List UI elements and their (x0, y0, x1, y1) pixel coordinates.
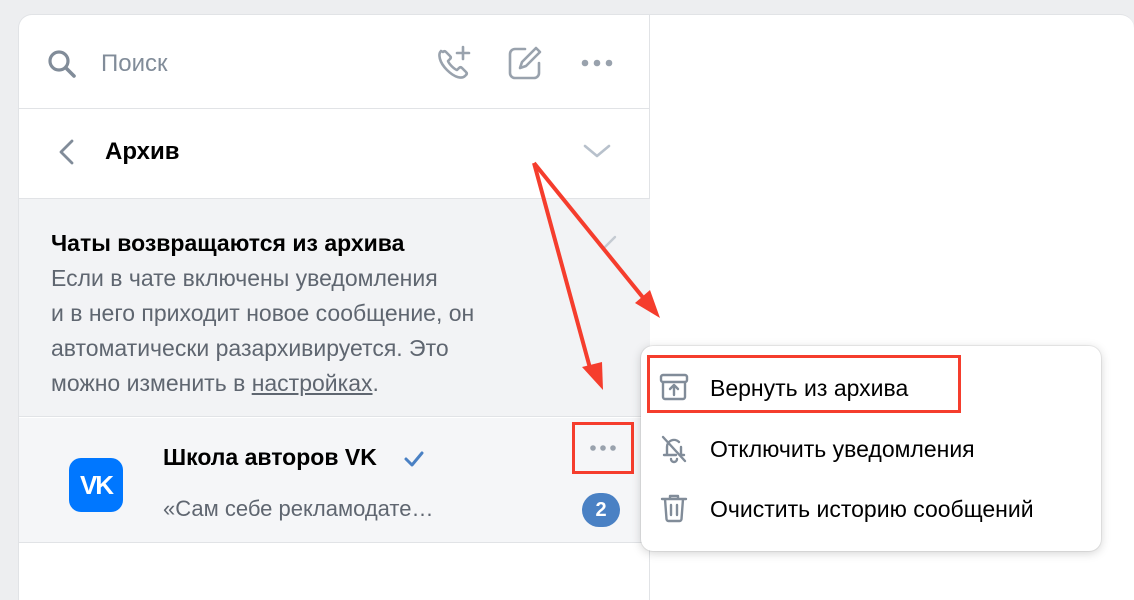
chat-list-item[interactable]: VK Школа авторов VK «Сам себе рекламодат… (19, 418, 650, 543)
chevron-down-icon[interactable] (581, 139, 613, 163)
info-line: Если в чате включены уведомления (51, 265, 438, 291)
close-icon[interactable] (599, 233, 619, 253)
info-line: можно изменить в настройках. (51, 366, 611, 401)
phone-plus-icon[interactable] (433, 43, 473, 83)
info-line-suffix: . (372, 370, 379, 396)
menu-item-mute[interactable]: Отключить уведомления (641, 419, 1101, 477)
search-bar: Поиск (19, 15, 650, 109)
search-icon[interactable] (47, 49, 77, 79)
more-horizontal-icon[interactable] (577, 43, 617, 83)
more-dots-icon (590, 445, 616, 451)
archive-info-banner: Чаты возвращаются из архива Если в чате … (19, 199, 650, 417)
bell-off-icon (661, 435, 687, 464)
settings-link[interactable]: настройках (252, 370, 373, 396)
info-line: автоматически разархивируется. Это (51, 335, 449, 361)
context-menu: Вернуть из архива Отключить уведомления … (641, 346, 1101, 551)
info-line-prefix: можно изменить в (51, 370, 252, 396)
menu-item-clear-history[interactable]: Очистить историю сообщений (641, 479, 1101, 537)
chat-preview: «Сам себе рекламодате… (163, 496, 434, 521)
trash-icon (660, 494, 688, 523)
back-arrow-icon[interactable] (55, 137, 79, 167)
chat-name: Школа авторов VK (163, 444, 377, 470)
avatar: VK (69, 458, 123, 512)
info-line: и в него приходит новое сообщение, он (51, 300, 475, 326)
archive-header: Архив (19, 109, 650, 199)
info-title: Чаты возвращаются из архива (51, 230, 405, 256)
annotation-highlight-box (647, 355, 961, 413)
chat-list-panel: Поиск Архив Чаты возвращаются из архива (18, 14, 650, 600)
menu-item-label: Отключить уведомления (710, 436, 975, 462)
search-input[interactable]: Поиск (101, 50, 168, 78)
verified-check-icon (404, 451, 424, 467)
info-text: Если в чате включены уведомления и в нег… (51, 261, 611, 401)
page-title: Архив (105, 138, 180, 165)
unread-badge: 2 (582, 493, 620, 527)
chat-more-button[interactable] (572, 422, 634, 474)
compose-icon[interactable] (505, 43, 545, 83)
menu-item-label: Очистить историю сообщений (710, 496, 1034, 522)
